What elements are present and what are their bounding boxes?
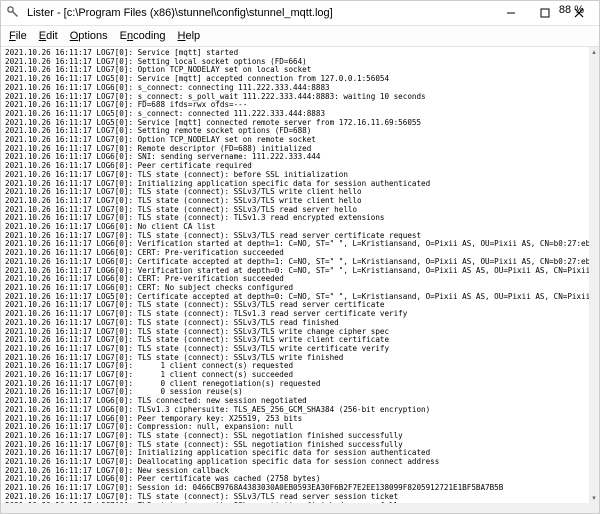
close-button[interactable] xyxy=(563,3,595,23)
log-text: 2021.10.26 16:11:17 LOG7[0]: Service [mq… xyxy=(5,49,585,503)
content-area: 2021.10.26 16:11:17 LOG7[0]: Service [mq… xyxy=(1,47,599,513)
maximize-button[interactable] xyxy=(529,3,561,23)
scroll-corner xyxy=(589,503,599,513)
menu-edit[interactable]: Edit xyxy=(39,30,58,42)
scroll-down-arrow[interactable]: ▾ xyxy=(589,493,599,503)
app-icon xyxy=(7,6,21,20)
menubar: File Edit Options Encoding Help xyxy=(1,26,599,47)
horizontal-scrollbar[interactable] xyxy=(1,503,589,513)
window-frame: Lister - [c:\Program Files (x86)\stunnel… xyxy=(0,0,600,514)
window-title: Lister - [c:\Program Files (x86)\stunnel… xyxy=(27,7,333,19)
scroll-up-arrow[interactable]: ▴ xyxy=(589,47,599,57)
menu-help[interactable]: Help xyxy=(178,30,201,42)
titlebar: Lister - [c:\Program Files (x86)\stunnel… xyxy=(1,1,599,26)
menu-file[interactable]: File xyxy=(9,30,27,42)
minimize-button[interactable] xyxy=(495,3,527,23)
menu-encoding[interactable]: Encoding xyxy=(120,30,166,42)
vertical-scrollbar[interactable]: ▴ ▾ xyxy=(589,47,599,503)
log-viewport[interactable]: 2021.10.26 16:11:17 LOG7[0]: Service [mq… xyxy=(1,47,589,503)
menu-options[interactable]: Options xyxy=(70,30,108,42)
